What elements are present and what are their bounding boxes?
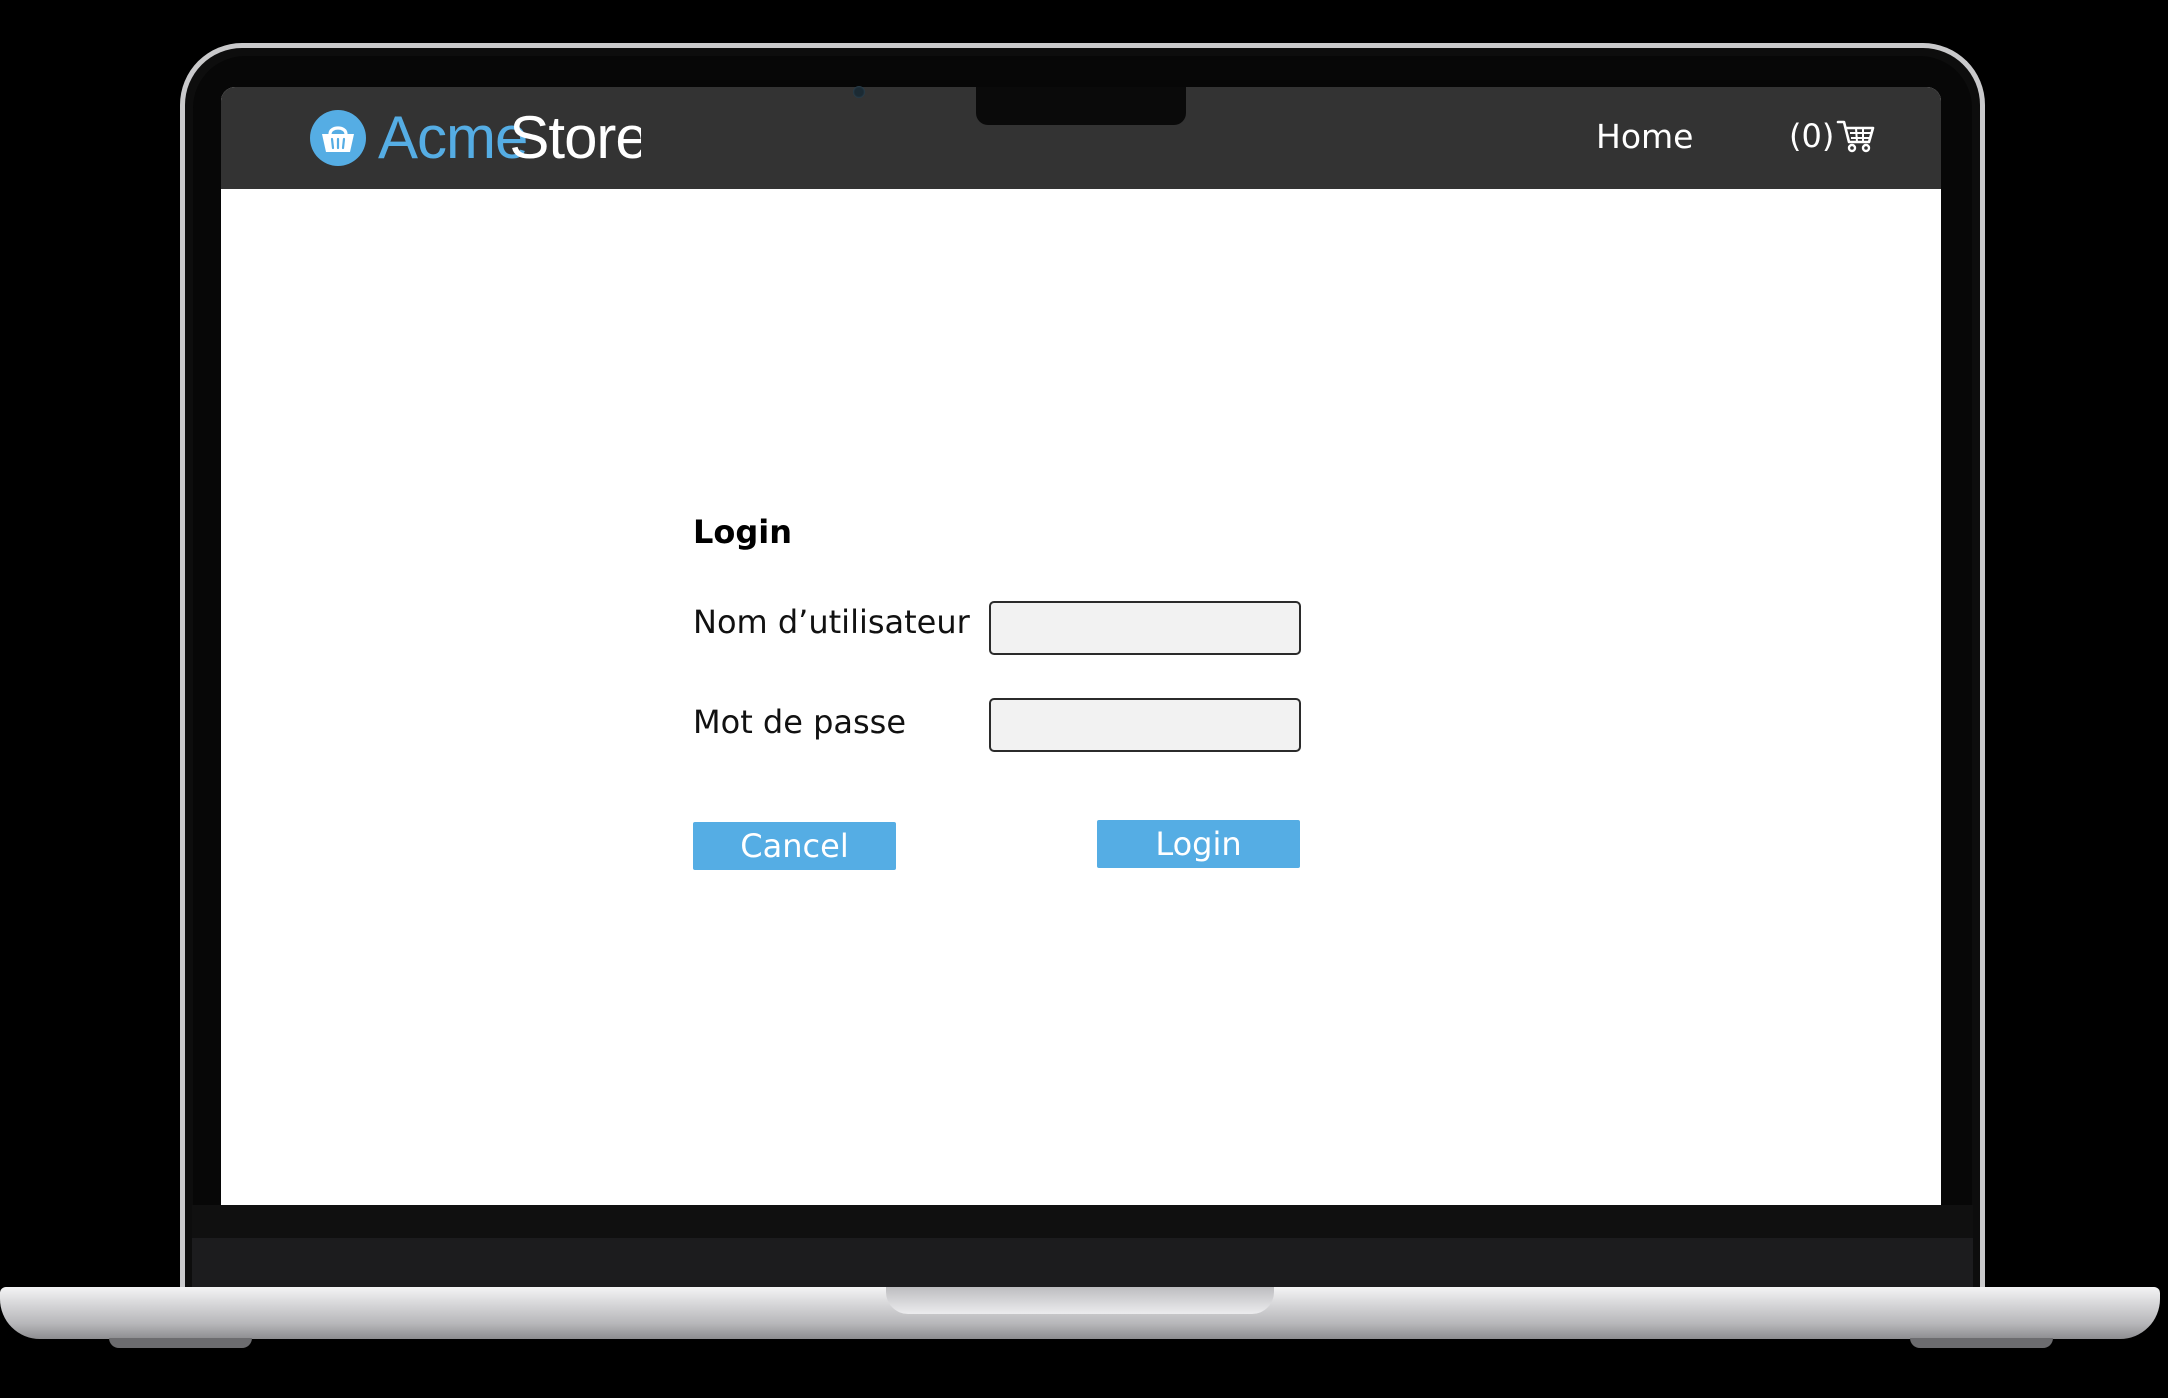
cancel-button[interactable]: Cancel [693,822,896,870]
nav-home-link[interactable]: Home [1596,115,1693,159]
webcam [853,86,865,98]
acme-store-logo[interactable]: AcmeStore [310,107,641,169]
cart-link[interactable]: (0) [1789,113,1876,159]
username-input[interactable] [989,601,1301,655]
login-button[interactable]: Login [1097,820,1300,868]
login-title: Login [693,513,793,551]
laptop-foot-left [109,1338,252,1348]
laptop-foot-right [1910,1338,2053,1348]
camera-notch [976,87,1186,125]
logo-text-store: Store [509,107,641,169]
laptop-opening-notch [886,1287,1274,1314]
top-navbar: AcmeStore Home (0) [221,87,1941,189]
username-label: Nom d’utilisateur [693,603,970,641]
password-label: Mot de passe [693,703,907,741]
password-input[interactable] [989,698,1301,752]
browser-viewport: AcmeStore Home (0) Login Nom d’utilisate… [221,87,1941,1205]
shopping-cart-icon [1837,120,1875,153]
logo-wordmark: AcmeStore [378,107,641,169]
laptop-bezel-bottom-strip [192,1205,1973,1238]
shopping-basket-icon [310,110,366,166]
device-stage: AcmeStore Home (0) Login Nom d’utilisate… [0,0,2168,1398]
logo-text-acme: Acme [378,107,528,169]
cart-count: (0) [1789,117,1835,155]
